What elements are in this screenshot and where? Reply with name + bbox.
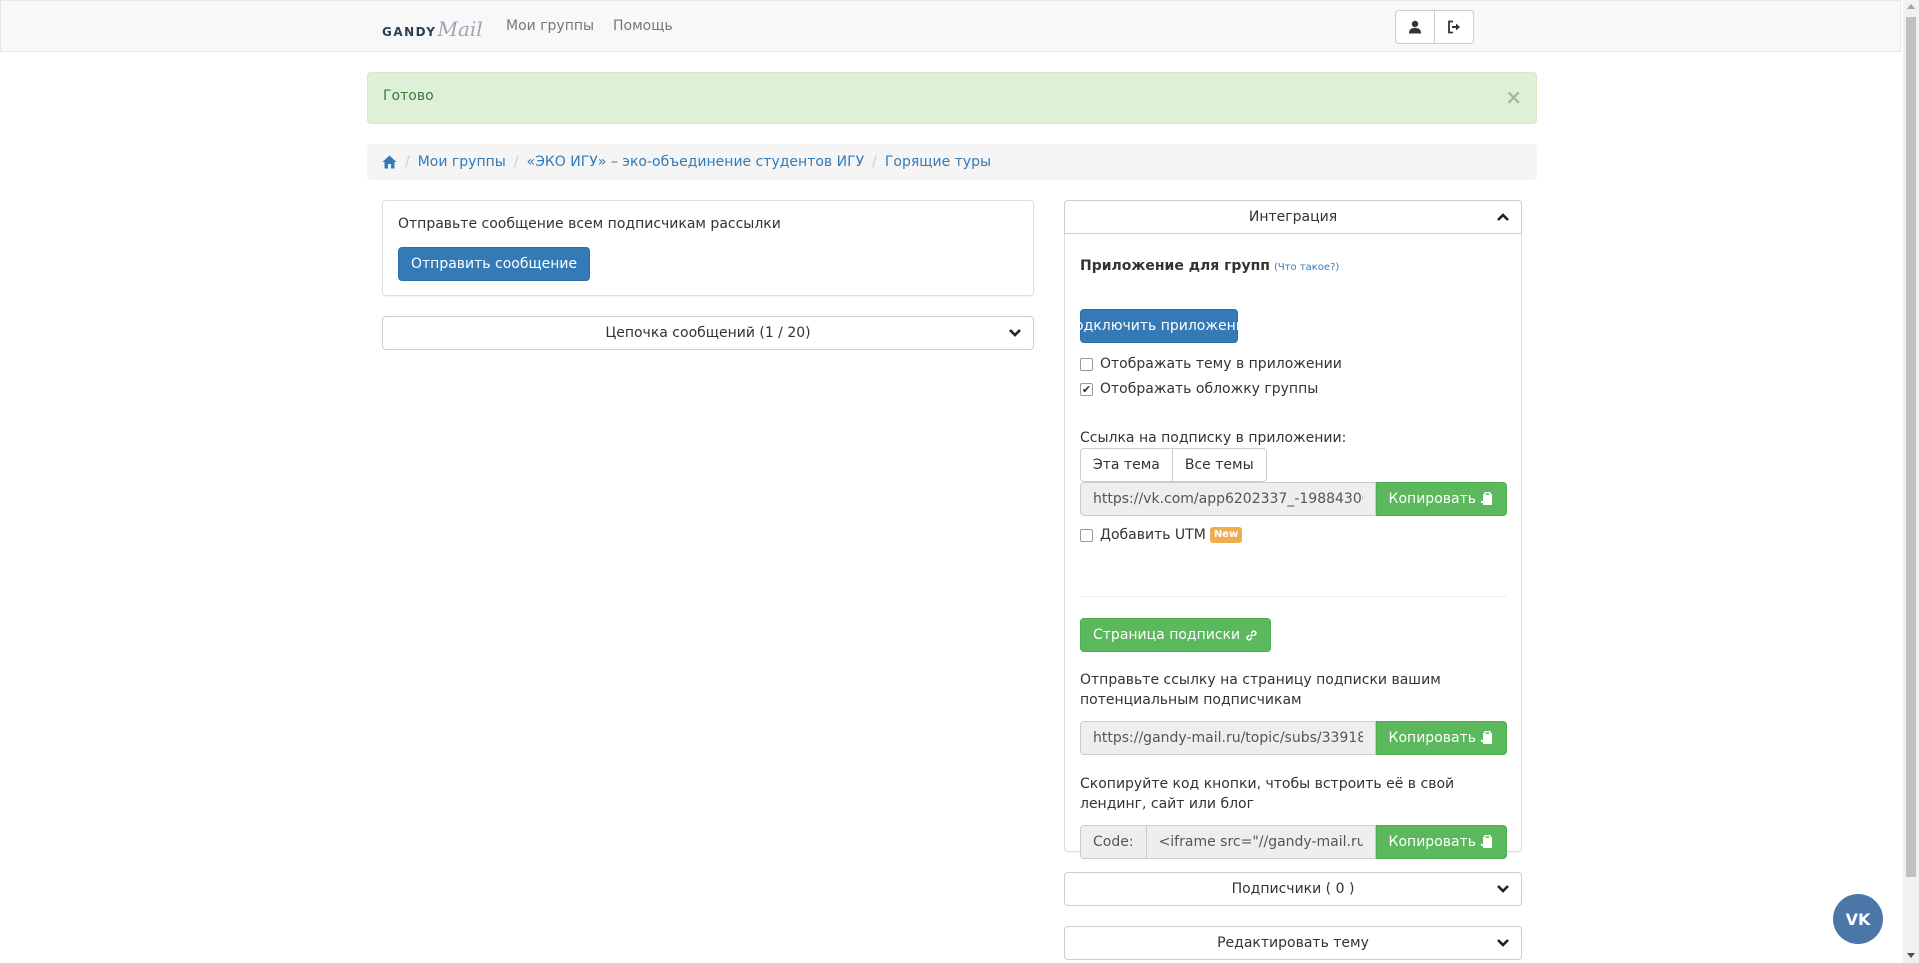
brand-logo[interactable]: GANDY Mail xyxy=(382,15,483,39)
show-cover-row: ✔ Отображать обложку группы xyxy=(1080,379,1318,399)
breadcrumb-separator: / xyxy=(405,154,410,170)
app-link-group: Копировать xyxy=(1080,482,1507,516)
breadcrumb: / Мои группы / «ЭКО ИГУ» – эко-объединен… xyxy=(367,144,1537,180)
link-scope-tabs: Эта тема Все темы xyxy=(1080,448,1267,482)
clipboard-icon xyxy=(1481,835,1492,848)
scroll-thumb[interactable] xyxy=(1906,17,1916,877)
vk-widget-button[interactable]: VK xyxy=(1833,894,1883,944)
edit-topic-toggle[interactable]: Редактировать тему xyxy=(1064,926,1522,960)
home-icon xyxy=(382,155,397,169)
message-chain-toggle[interactable]: Цепочка сообщений (1 / 20) xyxy=(382,316,1034,350)
link-icon xyxy=(1246,629,1257,641)
copy-embed-code-button[interactable]: Копировать xyxy=(1375,825,1507,859)
chevron-down-icon xyxy=(1497,939,1509,947)
app-link-label: Ссылка на подписку в приложении: xyxy=(1080,430,1347,446)
navbar-actions xyxy=(1395,10,1474,44)
brand-text-gandy: GANDY xyxy=(382,25,437,39)
app-title-row: Приложение для групп (Что такое?) xyxy=(1080,258,1507,278)
copy-subscription-link-button[interactable]: Копировать xyxy=(1375,721,1507,755)
brand-text-mail: Mail xyxy=(437,17,483,41)
subscription-link-input[interactable] xyxy=(1080,721,1376,755)
integration-toggle[interactable]: Интеграция xyxy=(1064,200,1522,234)
what-is-it-link[interactable]: (Что такое?) xyxy=(1274,262,1339,273)
breadcrumb-separator: / xyxy=(872,154,877,170)
breadcrumb-my-groups[interactable]: Мои группы xyxy=(418,154,506,170)
scroll-up-arrow-icon[interactable] xyxy=(1907,4,1915,9)
navbar-inner: GANDY Mail Мои группы Помощь xyxy=(367,1,1507,51)
logout-button[interactable] xyxy=(1434,10,1474,44)
add-utm-label: Добавить UTM xyxy=(1100,527,1206,543)
copy-label: Копировать xyxy=(1388,834,1476,850)
connect-app-button[interactable]: Подключить приложение xyxy=(1065,309,1253,343)
show-cover-label: Отображать обложку группы xyxy=(1100,381,1319,397)
broadcast-text: Отправьте сообщение всем подписчикам рас… xyxy=(398,216,781,232)
message-chain-label: Цепочка сообщений (1 / 20) xyxy=(605,325,811,341)
vk-icon: VK xyxy=(1845,909,1871,929)
subscribers-label: Подписчики ( 0 ) xyxy=(1231,881,1355,897)
send-message-button[interactable]: Отправить сообщение xyxy=(398,247,591,281)
broadcast-panel: Отправьте сообщение всем подписчикам рас… xyxy=(382,200,1034,296)
alert-text: Готово xyxy=(383,88,434,104)
new-badge: New xyxy=(1209,527,1243,543)
copy-label: Копировать xyxy=(1388,491,1476,507)
chevron-down-icon xyxy=(1497,885,1509,893)
subscription-page-button[interactable]: Страница подписки xyxy=(1080,618,1272,652)
chevron-up-icon xyxy=(1497,213,1509,221)
subscription-page-label: Страница подписки xyxy=(1093,627,1241,643)
embed-code-group: Code: Копировать xyxy=(1080,825,1507,859)
breadcrumb-separator: / xyxy=(513,154,519,170)
add-utm-checkbox[interactable] xyxy=(1080,528,1093,542)
divider xyxy=(1080,596,1507,597)
clipboard-icon xyxy=(1481,492,1492,505)
success-alert: Готово × xyxy=(367,72,1537,124)
logout-icon xyxy=(1447,20,1460,34)
scroll-down-arrow-icon[interactable] xyxy=(1907,953,1915,958)
subscription-help: Отправьте ссылку на страницу подписки ва… xyxy=(1080,672,1441,708)
tab-all-topics[interactable]: Все темы xyxy=(1171,448,1267,482)
subscription-link-group: Копировать xyxy=(1080,721,1507,755)
app-link-input[interactable] xyxy=(1080,482,1376,516)
breadcrumb-group[interactable]: «ЭКО ИГУ» – эко-объединение студентов ИГ… xyxy=(527,154,865,170)
breadcrumb-topic[interactable]: Горящие туры xyxy=(885,154,991,170)
subscribers-toggle[interactable]: Подписчики ( 0 ) xyxy=(1064,872,1522,906)
copy-label: Копировать xyxy=(1388,730,1476,746)
copy-app-link-button[interactable]: Копировать xyxy=(1375,482,1507,516)
user-icon xyxy=(1409,20,1421,34)
integration-content: Приложение для групп (Что такое?) Подклю… xyxy=(1065,258,1507,859)
show-cover-checkbox[interactable]: ✔ xyxy=(1080,382,1093,396)
page-scrollbar[interactable] xyxy=(1903,0,1919,963)
add-utm-row: Добавить UTM New xyxy=(1080,525,1243,545)
breadcrumb-home[interactable] xyxy=(382,155,397,169)
embed-code-input[interactable] xyxy=(1145,825,1376,859)
show-theme-label: Отображать тему в приложении xyxy=(1100,356,1342,372)
app-title: Приложение для групп xyxy=(1080,258,1270,274)
show-theme-checkbox[interactable] xyxy=(1080,357,1093,371)
nav-link-my-groups[interactable]: Мои группы xyxy=(506,18,594,34)
edit-topic-label: Редактировать тему xyxy=(1217,935,1369,951)
alert-close-button[interactable]: × xyxy=(1505,87,1522,107)
integration-label: Интеграция xyxy=(1248,209,1338,225)
profile-button[interactable] xyxy=(1395,10,1435,44)
integration-panel: Приложение для групп (Что такое?) Подклю… xyxy=(1064,234,1522,859)
nav-link-help[interactable]: Помощь xyxy=(613,18,673,34)
tab-this-topic[interactable]: Эта тема xyxy=(1080,448,1173,482)
navbar: GANDY Mail Мои группы Помощь xyxy=(0,0,1901,52)
show-theme-row: Отображать тему в приложении xyxy=(1080,354,1342,374)
chevron-down-icon xyxy=(1009,329,1021,337)
code-addon: Code: xyxy=(1080,825,1146,859)
clipboard-icon xyxy=(1481,731,1492,744)
embed-code-help: Скопируйте код кнопки, чтобы встроить её… xyxy=(1080,776,1455,812)
